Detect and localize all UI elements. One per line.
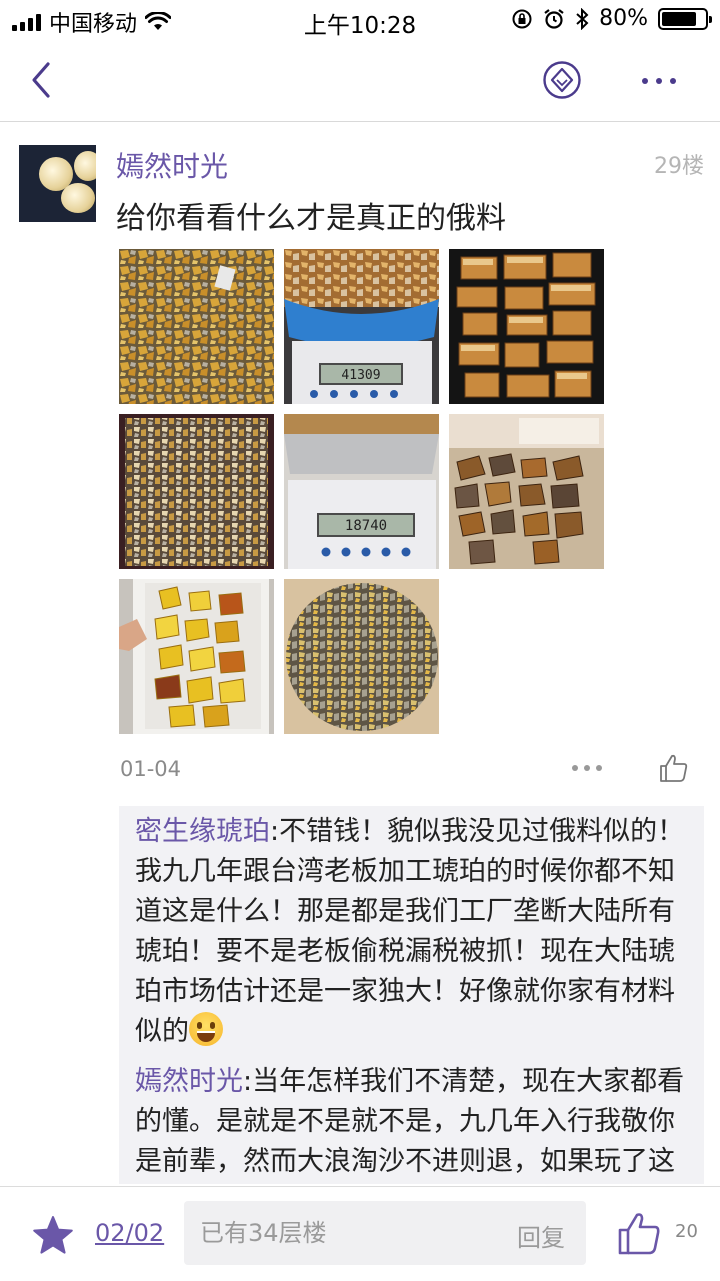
star-icon[interactable] [32, 1215, 74, 1257]
nav-bar [0, 40, 720, 122]
orientation-lock-icon [512, 9, 532, 28]
bottom-bar: 02/02 回复 20 [0, 1186, 720, 1281]
battery-fill [662, 11, 696, 26]
page-indicator[interactable]: 02/02 [95, 1219, 164, 1247]
comment-separator: : [243, 1066, 253, 1097]
post-date: 01-04 [120, 757, 182, 781]
comment-list: 密生缘琥珀:不错钱！貌似我没见过俄料似的！我九几年跟台湾老板加工琥珀的时候你都不… [119, 806, 704, 1184]
battery-percent: 80% [599, 6, 648, 31]
post-photo[interactable] [119, 249, 274, 404]
back-chevron-icon[interactable] [24, 58, 64, 102]
more-icon[interactable] [642, 64, 686, 98]
diamond-icon[interactable] [542, 60, 582, 100]
floor-number: 29楼 [654, 154, 704, 179]
reply-button[interactable]: 回复 [517, 1218, 565, 1253]
thumbs-up-icon[interactable] [616, 1209, 662, 1257]
post-photo[interactable]: 18740 [284, 414, 439, 569]
post-text: 给你看看什么才是真正的俄料 [116, 201, 506, 236]
thumbs-up-icon[interactable] [658, 752, 690, 784]
bluetooth-icon [576, 7, 589, 30]
status-bar: 中国移动 上午10:28 80% [0, 0, 720, 40]
post-photo[interactable]: 41309 [284, 249, 439, 404]
comment-item[interactable]: 密生缘琥珀:不错钱！貌似我没见过俄料似的！我九几年跟台湾老板加工琥珀的时候你都不… [135, 812, 688, 1052]
battery-icon [658, 7, 712, 30]
post-photo[interactable] [284, 579, 439, 734]
comment-text: 不错钱！貌似我没见过俄料似的！我九几年跟台湾老板加工琥珀的时候你都不知道这是什么… [135, 816, 685, 1047]
post-photo[interactable] [449, 249, 604, 404]
post-photo[interactable] [119, 414, 274, 569]
scale-reading: 41309 [341, 368, 380, 383]
comment-item[interactable]: 嫣然时光:当年怎样我们不清楚，现在大家都看的懂。是就是不是就不是，九几年入行我敬… [135, 1062, 688, 1184]
post-username[interactable]: 嫣然时光 [116, 145, 228, 185]
avatar[interactable] [19, 145, 96, 222]
scale-reading: 18740 [345, 518, 387, 534]
more-icon[interactable] [572, 765, 602, 771]
post-photo[interactable] [449, 414, 604, 569]
comment-separator: : [270, 816, 280, 847]
comment-author[interactable]: 嫣然时光 [135, 1066, 243, 1097]
grinning-face-emoji-icon [189, 1012, 223, 1046]
status-right: 80% [511, 6, 712, 31]
comment-author[interactable]: 密生缘琥珀 [135, 816, 270, 847]
post-photo[interactable] [119, 579, 274, 734]
like-count: 20 [675, 1221, 698, 1242]
alarm-icon [544, 8, 564, 29]
